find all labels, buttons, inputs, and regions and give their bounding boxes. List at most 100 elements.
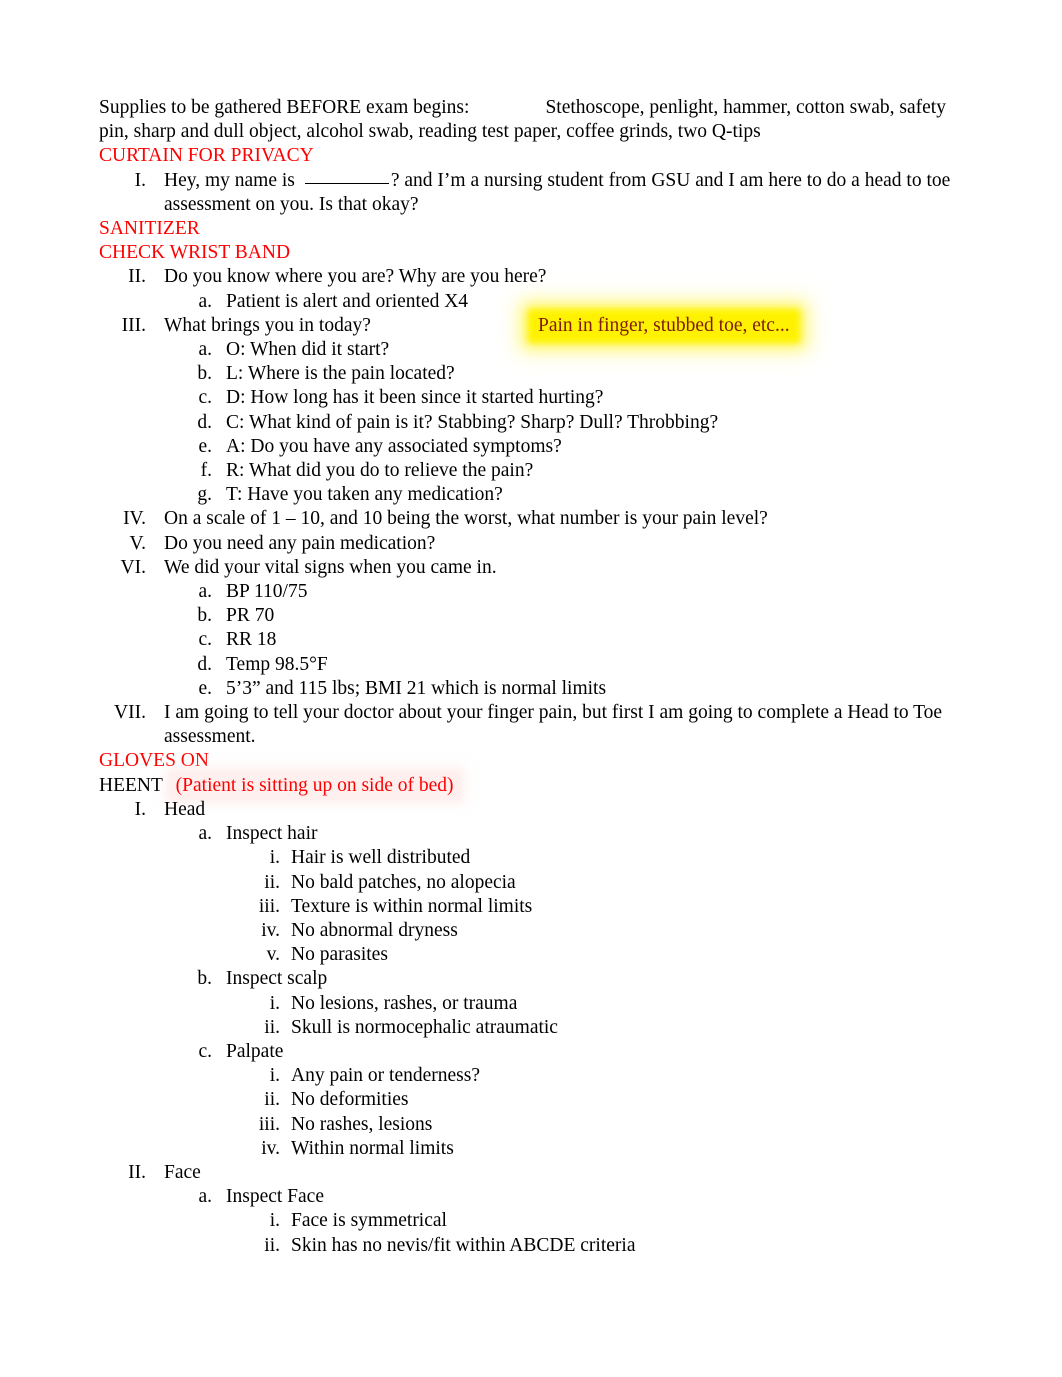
finding-no-deformities: ii. No deformities <box>99 1088 963 1112</box>
list-marker: c. <box>198 387 212 409</box>
list-marker: a. <box>198 1186 212 1208</box>
list-marker: I. <box>134 798 146 820</box>
list-marker: VII. <box>114 702 146 724</box>
list-item-label: Patient is alert and oriented X4 <box>226 290 469 312</box>
list-marker: a. <box>198 823 212 845</box>
section-title: Head <box>164 798 206 820</box>
vital-pulse-rate: b. PR 70 <box>99 604 963 628</box>
list-marker: c. <box>198 1040 212 1062</box>
name-blank-field[interactable] <box>304 182 389 184</box>
list-item-label: 5’3” and 115 lbs; BMI 21 which is normal… <box>226 677 607 699</box>
subsection-inspect-hair: a. Inspect hair <box>99 822 963 846</box>
list-item-label: No lesions, rashes, or trauma <box>291 992 518 1014</box>
vital-temperature: d. Temp 98.5°F <box>99 653 963 677</box>
list-item-label: No abnormal dryness <box>291 919 458 941</box>
finding-within-normal-limits: iv. Within normal limits <box>99 1137 963 1161</box>
finding-skin-abcde-criteria: ii. Skin has no nevis/fit within ABCDE c… <box>99 1234 963 1258</box>
list-item-label: Any pain or tenderness? <box>291 1065 480 1087</box>
list-marker: b. <box>197 363 212 385</box>
heent-heading: HEENT (Patient is sitting up on side of … <box>99 774 963 798</box>
list-item-label: Temp 98.5°F <box>226 653 328 675</box>
list-marker: i. <box>269 1210 280 1232</box>
list-marker: e. <box>198 435 212 457</box>
list-marker: g. <box>197 484 212 506</box>
list-item-label: Within normal limits <box>291 1137 454 1159</box>
list-marker: d. <box>197 653 212 675</box>
list-item-label: C: What kind of pain is it? Stabbing? Sh… <box>226 411 719 433</box>
list-marker: IV. <box>123 508 146 530</box>
orientation-question: Do you know where you are? Why are you h… <box>164 266 547 288</box>
finding-no-bald-patches: ii. No bald patches, no alopecia <box>99 871 963 895</box>
cue-sanitizer: SANITIZER <box>99 218 200 240</box>
heent-position-note: (Patient is sitting up on side of bed) <box>172 774 457 796</box>
list-item-oldcart-l: b. L: Where is the pain located? <box>99 362 963 386</box>
list-item-closing-statement: VII. I am going to tell your doctor abou… <box>99 701 963 749</box>
supplies-paragraph: Supplies to be gathered BEFORE exam begi… <box>99 96 963 144</box>
list-marker: II. <box>128 1161 146 1183</box>
subsection-inspect-face: a. Inspect Face <box>99 1185 963 1209</box>
finding-no-rashes-lesions: iii. No rashes, lesions <box>99 1113 963 1137</box>
list-marker: VI. <box>120 556 146 578</box>
finding-no-lesions-rashes-trauma: i. No lesions, rashes, or trauma <box>99 992 963 1016</box>
list-marker: I. <box>134 169 146 191</box>
list-marker: iv. <box>261 1137 280 1159</box>
list-marker: i. <box>269 847 280 869</box>
list-item-label: RR 18 <box>226 629 277 651</box>
list-item-label: Skin has no nevis/fit within ABCDE crite… <box>291 1234 636 1256</box>
list-item-label: R: What did you do to relieve the pain? <box>226 460 534 482</box>
list-item-label: L: Where is the pain located? <box>226 363 455 385</box>
list-item-label: No parasites <box>291 944 388 966</box>
subsection-palpate: c. Palpate <box>99 1040 963 1064</box>
list-marker: v. <box>266 944 280 966</box>
list-item-label: O: When did it start? <box>226 339 390 361</box>
list-marker: a. <box>198 290 212 312</box>
subsection-title: Palpate <box>226 1040 284 1062</box>
list-item-oldcart-o: a. O: When did it start? <box>99 338 963 362</box>
pain-scale-text: On a scale of 1 – 10, and 10 being the w… <box>164 508 768 530</box>
list-item-chief-complaint: III. What brings you in today? Pain in f… <box>99 313 963 338</box>
list-marker: c. <box>198 629 212 651</box>
list-item-label: D: How long has it been since it started… <box>226 387 604 409</box>
list-item-orientation-sub: a. Patient is alert and oriented X4 <box>99 290 963 314</box>
supplies-label: Supplies to be gathered BEFORE exam begi… <box>99 97 470 118</box>
list-marker: b. <box>197 605 212 627</box>
finding-hair-distribution: i. Hair is well distributed <box>99 846 963 870</box>
list-item-label: Hair is well distributed <box>291 847 471 869</box>
list-marker: i. <box>269 992 280 1014</box>
list-marker: f. <box>200 460 212 482</box>
finding-no-parasites: v. No parasites <box>99 943 963 967</box>
chief-complaint-note-wrapper: Pain in finger, stubbed toe, etc... <box>533 313 795 338</box>
list-marker: i. <box>269 1065 280 1087</box>
subsection-title: Inspect scalp <box>226 968 328 990</box>
list-item-pain-scale: IV. On a scale of 1 – 10, and 10 being t… <box>99 507 963 531</box>
list-marker: ii. <box>264 871 280 893</box>
list-item-label: A: Do you have any associated symptoms? <box>226 435 562 457</box>
list-item-oldcart-t: g. T: Have you taken any medication? <box>99 483 963 507</box>
finding-no-abnormal-dryness: iv. No abnormal dryness <box>99 919 963 943</box>
subsection-inspect-scalp: b. Inspect scalp <box>99 967 963 991</box>
list-marker: b. <box>197 968 212 990</box>
finding-pain-or-tenderness: i. Any pain or tenderness? <box>99 1064 963 1088</box>
closing-statement-text: I am going to tell your doctor about you… <box>164 702 943 748</box>
cue-check-wrist-band: CHECK WRIST BAND <box>99 242 291 264</box>
list-item-oldcart-r: f. R: What did you do to relieve the pai… <box>99 459 963 483</box>
list-item-oldcart-d: c. D: How long has it been since it star… <box>99 386 963 410</box>
vital-respiratory-rate: c. RR 18 <box>99 628 963 652</box>
heent-section-face: II. Face <box>99 1161 963 1185</box>
intro-text: Hey, my name is? and I’m a nursing stude… <box>164 169 963 217</box>
heent-section-head: I. Head <box>99 798 963 822</box>
list-marker: iv. <box>261 919 280 941</box>
subsection-title: Inspect hair <box>226 823 318 845</box>
list-item-label: Texture is within normal limits <box>291 895 533 917</box>
finding-skull-normocephalic: ii. Skull is normocephalic atraumatic <box>99 1016 963 1040</box>
list-item-oldcart-c: d. C: What kind of pain is it? Stabbing?… <box>99 411 963 435</box>
list-marker: ii. <box>264 1016 280 1038</box>
list-item-pain-medication: V. Do you need any pain medication? <box>99 532 963 556</box>
list-marker: iii. <box>258 895 280 917</box>
subsection-title: Inspect Face <box>226 1186 324 1208</box>
vital-signs-text: We did your vital signs when you came in… <box>164 556 497 578</box>
cue-gloves-on: GLOVES ON <box>99 750 209 772</box>
pain-medication-text: Do you need any pain medication? <box>164 532 436 554</box>
list-marker: e. <box>198 677 212 699</box>
list-marker: d. <box>197 411 212 433</box>
